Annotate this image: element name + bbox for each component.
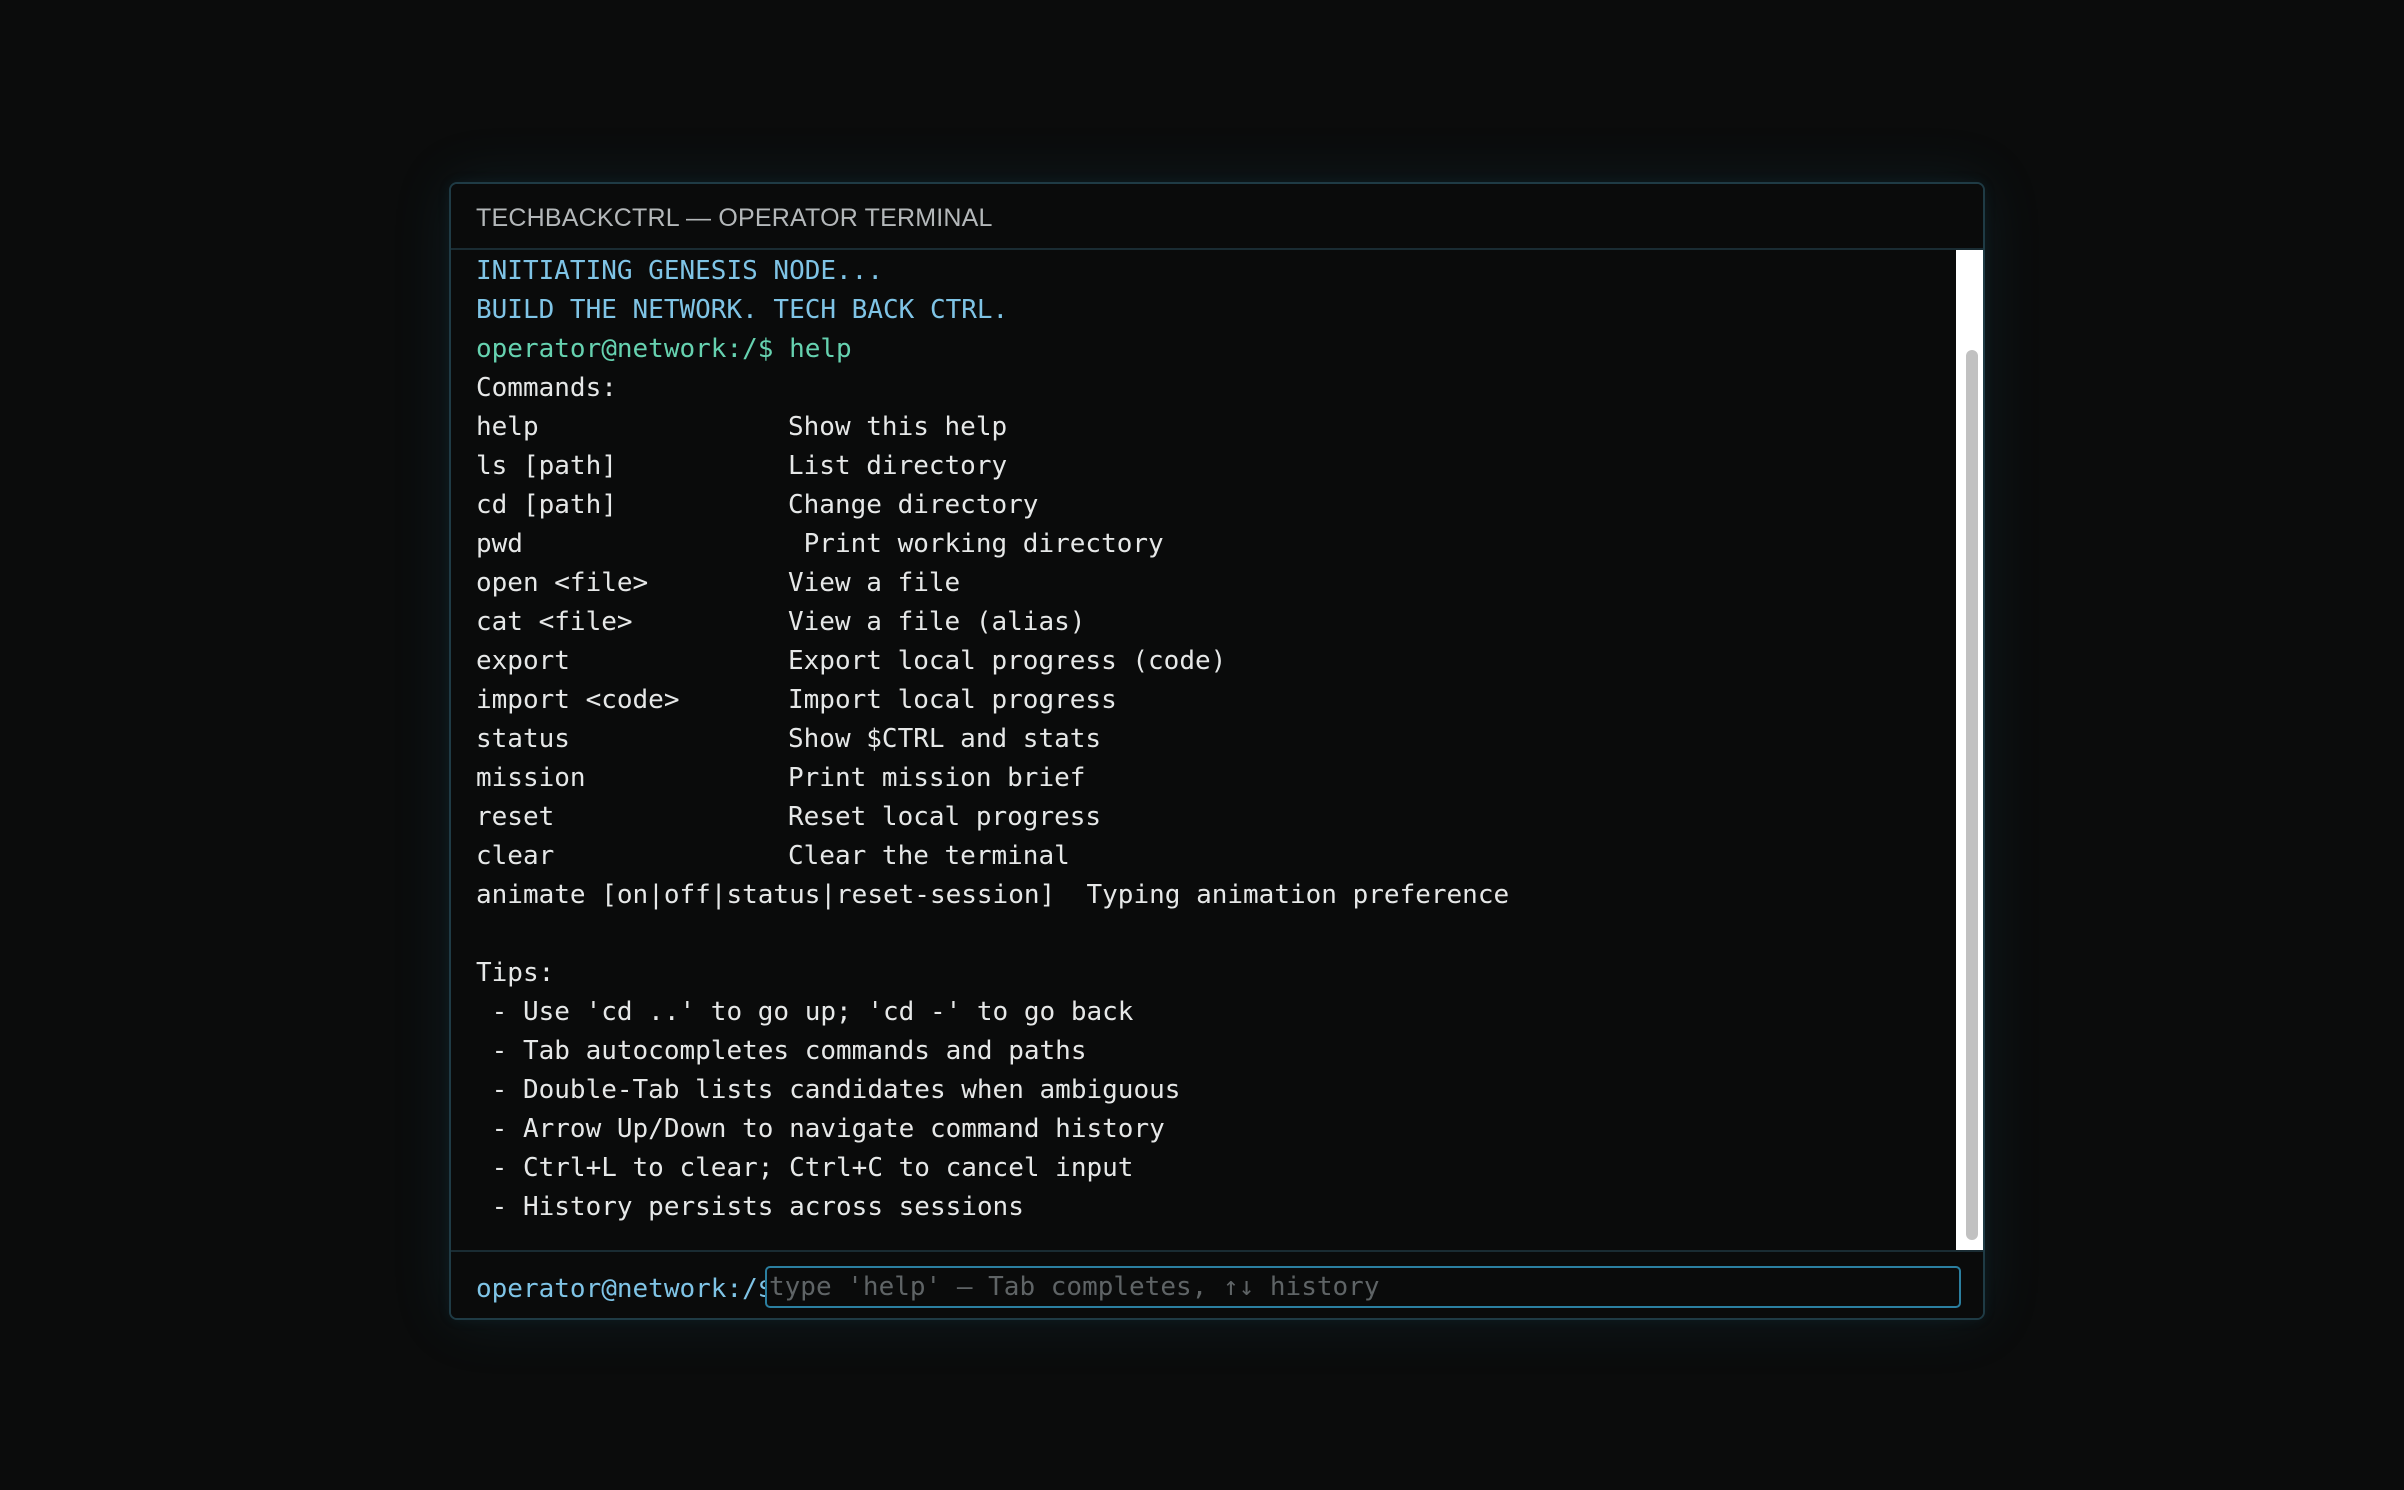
help-command-desc: Import local progress <box>788 685 1117 715</box>
tip-line: - Arrow Up/Down to navigate command hist… <box>476 1114 1165 1144</box>
help-row: help Show this help <box>476 408 1956 447</box>
help-command-name: cat <file> <box>476 607 633 637</box>
output-lines: INITIATING GENESIS NODE... BUILD THE NET… <box>476 252 1956 1227</box>
window-title: TECHBACKCTRL — OPERATOR TERMINAL <box>476 204 993 232</box>
help-command-desc: Print mission brief <box>788 763 1086 793</box>
help-command-name: reset <box>476 802 555 832</box>
help-row: animate [on|off|status|reset-session] Ty… <box>476 876 1956 915</box>
help-row: pwd Print working directory <box>476 525 1956 564</box>
help-command-desc: Change directory <box>788 490 1039 520</box>
tip-line: - Tab autocompletes commands and paths <box>476 1036 1087 1066</box>
history-command: help <box>789 334 852 364</box>
boot-line: INITIATING GENESIS NODE... <box>476 256 883 286</box>
tip-line: - History persists across sessions <box>476 1192 1024 1222</box>
tips-heading: Tips: <box>476 958 555 988</box>
help-command-name: export <box>476 646 570 676</box>
help-command-desc: Clear the terminal <box>788 841 1070 871</box>
history-entry: operator@network:/$ help <box>476 330 1956 369</box>
help-row: cat <file> View a file (alias) <box>476 603 1956 642</box>
tip-line: - Use 'cd ..' to go up; 'cd -' to go bac… <box>476 997 1134 1027</box>
blank-line <box>476 915 1956 954</box>
help-command-desc: View a file <box>788 568 961 598</box>
tip-line: - Double-Tab lists candidates when ambig… <box>476 1075 1181 1105</box>
help-command-desc: List directory <box>788 451 1008 481</box>
help-command-desc: Reset local progress <box>788 802 1102 832</box>
help-command-name: ls [path] <box>476 451 617 481</box>
help-command-name: pwd <box>476 529 523 559</box>
help-row: ls [path] List directory <box>476 447 1956 486</box>
history-prompt: operator@network:/$ <box>476 334 790 364</box>
title-bar: TECHBACKCTRL — OPERATOR TERMINAL <box>451 184 1983 250</box>
help-command-name: help <box>476 412 539 442</box>
help-command-name: animate [on|off|status|reset-session] <box>476 880 1056 910</box>
input-bar: operator@network:/$ <box>451 1250 1983 1318</box>
help-command-desc: Typing animation preference <box>1086 880 1510 910</box>
help-command-name: open <file> <box>476 568 649 598</box>
help-row: reset Reset local progress <box>476 798 1956 837</box>
tip-line: - Ctrl+L to clear; Ctrl+C to cancel inpu… <box>476 1153 1134 1183</box>
help-row: import <code> Import local progress <box>476 681 1956 720</box>
help-command-name: mission <box>476 763 586 793</box>
scrollbar[interactable] <box>1956 250 1983 1250</box>
command-input[interactable] <box>765 1266 1961 1308</box>
help-row: cd [path] Change directory <box>476 486 1956 525</box>
help-command-name: import <code> <box>476 685 680 715</box>
boot-line: BUILD THE NETWORK. TECH BACK CTRL. <box>476 295 1009 325</box>
help-row: open <file> View a file <box>476 564 1956 603</box>
terminal-window: TECHBACKCTRL — OPERATOR TERMINAL INITIAT… <box>449 182 1985 1320</box>
help-row: status Show $CTRL and stats <box>476 720 1956 759</box>
help-command-desc: Show $CTRL and stats <box>788 724 1102 754</box>
terminal-output[interactable]: INITIATING GENESIS NODE... BUILD THE NET… <box>451 250 1956 1250</box>
help-command-desc: Export local progress (code) <box>788 646 1227 676</box>
help-row: mission Print mission brief <box>476 759 1956 798</box>
help-row: export Export local progress (code) <box>476 642 1956 681</box>
help-command-desc: Show this help <box>788 412 1008 442</box>
scrollbar-thumb[interactable] <box>1966 350 1978 1240</box>
help-command-desc: Print working directory <box>788 529 1164 559</box>
help-row: clear Clear the terminal <box>476 837 1956 876</box>
help-command-name: status <box>476 724 570 754</box>
help-command-name: cd [path] <box>476 490 617 520</box>
help-command-desc: View a file (alias) <box>788 607 1086 637</box>
input-prompt: operator@network:/$ <box>476 1274 774 1304</box>
help-command-name: clear <box>476 841 555 871</box>
commands-heading: Commands: <box>476 373 617 403</box>
